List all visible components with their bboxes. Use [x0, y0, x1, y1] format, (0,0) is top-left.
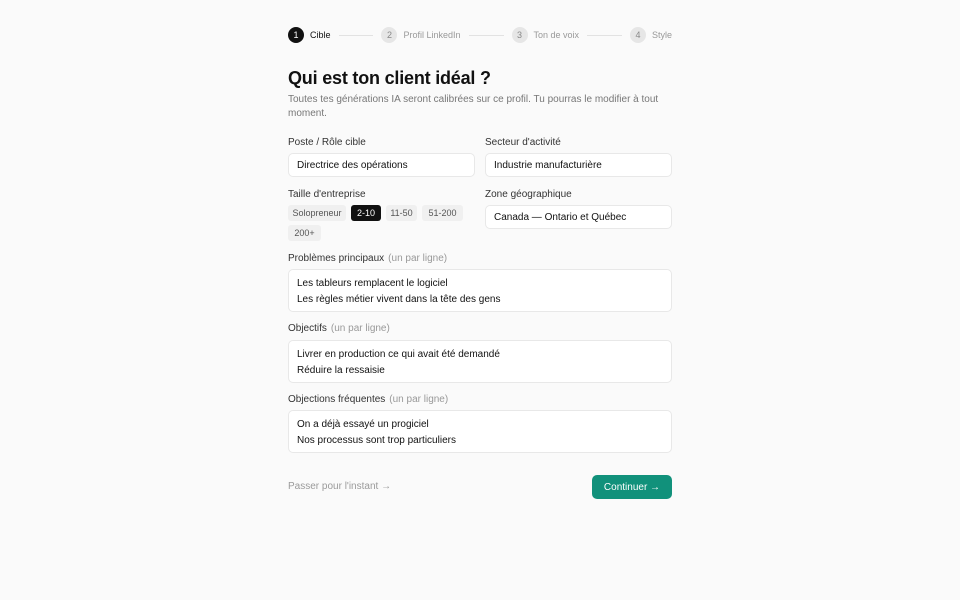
skip-link[interactable]: Passer pour l'instant → — [288, 481, 391, 492]
size-option-200-plus[interactable]: 200+ — [288, 225, 321, 241]
zone-value: Canada — Ontario et Québec — [494, 211, 627, 223]
step-label: Style — [652, 30, 673, 40]
company-size-label: Taille d'entreprise — [288, 189, 366, 200]
goals-line: Réduire la ressaisie — [297, 364, 385, 376]
goals-label-text: Objectifs — [288, 323, 327, 334]
step-connector — [587, 34, 622, 36]
zone-label: Zone géographique — [485, 189, 572, 200]
size-option-11-50[interactable]: 11-50 — [386, 205, 417, 221]
objections-hint: (un par ligne) — [389, 394, 449, 405]
objections-line: On a déjà essayé un progiciel — [297, 419, 429, 430]
step-label: Ton de voix — [533, 30, 580, 40]
size-option-2-10[interactable]: 2-10 — [351, 205, 381, 221]
sector-value: Industrie manufacturière — [494, 159, 602, 171]
problems-line: Les règles métier vivent dans la tête de… — [297, 293, 501, 305]
goals-label: Objectifs (un par ligne) — [288, 323, 390, 334]
page-title: Qui est ton client idéal ? — [288, 68, 491, 88]
step-number: 4 — [630, 27, 646, 43]
step-style[interactable]: 4 Style — [630, 27, 672, 43]
sector-input[interactable]: Industrie manufacturière — [485, 153, 672, 177]
zone-input[interactable]: Canada — Ontario et Québec — [485, 205, 672, 229]
role-label: Poste / Rôle cible — [288, 137, 366, 148]
step-number: 3 — [511, 27, 528, 43]
size-option-51-200[interactable]: 51-200 — [422, 205, 463, 221]
step-connector — [338, 34, 374, 36]
step-connector — [468, 34, 504, 36]
page-subtitle: Toutes tes générations IA seront calibré… — [288, 94, 659, 119]
objections-line: Nos processus sont trop particuliers — [297, 434, 456, 446]
step-label: Profil LinkedIn — [403, 30, 461, 40]
stepper: 1 Cible 2 Profil LinkedIn 3 Ton de voix … — [288, 26, 672, 44]
problems-label: Problèmes principaux (un par ligne) — [288, 253, 447, 264]
step-number: 2 — [381, 27, 398, 43]
problems-line: Les tableurs remplacent le logiciel — [297, 278, 448, 289]
role-input[interactable]: Directrice des opérations — [288, 153, 475, 177]
sector-label: Secteur d'activité — [485, 137, 561, 148]
problems-label-text: Problèmes principaux — [288, 253, 385, 264]
continue-button[interactable]: Continuer → — [592, 475, 672, 499]
step-cible[interactable]: 1 Cible — [288, 27, 331, 43]
goals-line: Livrer en production ce qui avait été de… — [297, 349, 500, 360]
objections-label: Objections fréquentes (un par ligne) — [288, 394, 448, 405]
step-ton-de-voix[interactable]: 3 Ton de voix — [511, 27, 580, 43]
role-value: Directrice des opérations — [297, 159, 408, 171]
problems-textarea[interactable]: Les tableurs remplacent le logiciel Les … — [288, 269, 672, 312]
objections-label-text: Objections fréquentes — [288, 394, 386, 405]
goals-textarea[interactable]: Livrer en production ce qui avait été de… — [288, 340, 672, 383]
step-number: 1 — [288, 27, 304, 43]
step-profil-linkedin[interactable]: 2 Profil LinkedIn — [381, 27, 461, 43]
size-option-solopreneur[interactable]: Solopreneur — [288, 205, 346, 221]
step-label: Cible — [310, 30, 331, 40]
goals-hint: (un par ligne) — [330, 323, 390, 334]
objections-textarea[interactable]: On a déjà essayé un progiciel Nos proces… — [288, 410, 672, 453]
problems-hint: (un par ligne) — [388, 253, 448, 264]
